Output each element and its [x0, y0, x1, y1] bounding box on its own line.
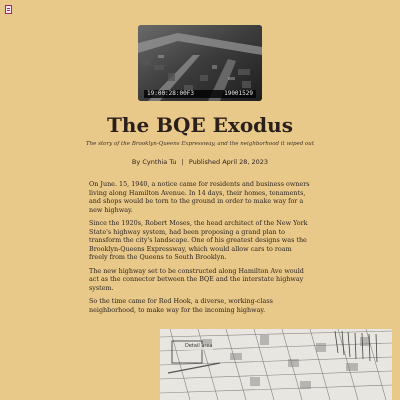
map-graphic [160, 329, 392, 400]
historic-map: Detail area [160, 329, 392, 400]
page-title: The BQE Exodus [107, 113, 293, 137]
timecode-left: 19:00:28:00F3 [147, 90, 194, 97]
page-subtitle: The story of the Brooklyn-Queens Express… [85, 141, 315, 147]
map-detail-label: Detail area [184, 343, 214, 350]
video-timecode: 19:00:28:00F3 19001529 [144, 90, 256, 98]
byline-separator: | [181, 158, 184, 166]
paragraph: Since the 1920s, Robert Moses, the head … [89, 218, 308, 262]
paragraph: The new highway set to be constructed al… [89, 266, 304, 292]
paragraph: On June. 15, 1940, a notice came for res… [89, 180, 310, 214]
published-date: April 28, 2023 [222, 158, 269, 166]
article-body: On June. 15, 1940, a notice came for res… [89, 180, 312, 319]
byline: By Cynthia Tu | Published April 28, 2023 [0, 158, 400, 166]
published-prefix: Published [188, 158, 221, 166]
hero-image: 19:00:28:00F3 19001529 [138, 25, 262, 101]
timecode-right: 19001529 [224, 90, 253, 97]
author-prefix: By [131, 158, 141, 166]
page-icon[interactable] [5, 5, 12, 14]
paragraph: So the time came for Red Hook, a diverse… [89, 296, 273, 314]
author-name: Cynthia Tu [142, 158, 177, 166]
